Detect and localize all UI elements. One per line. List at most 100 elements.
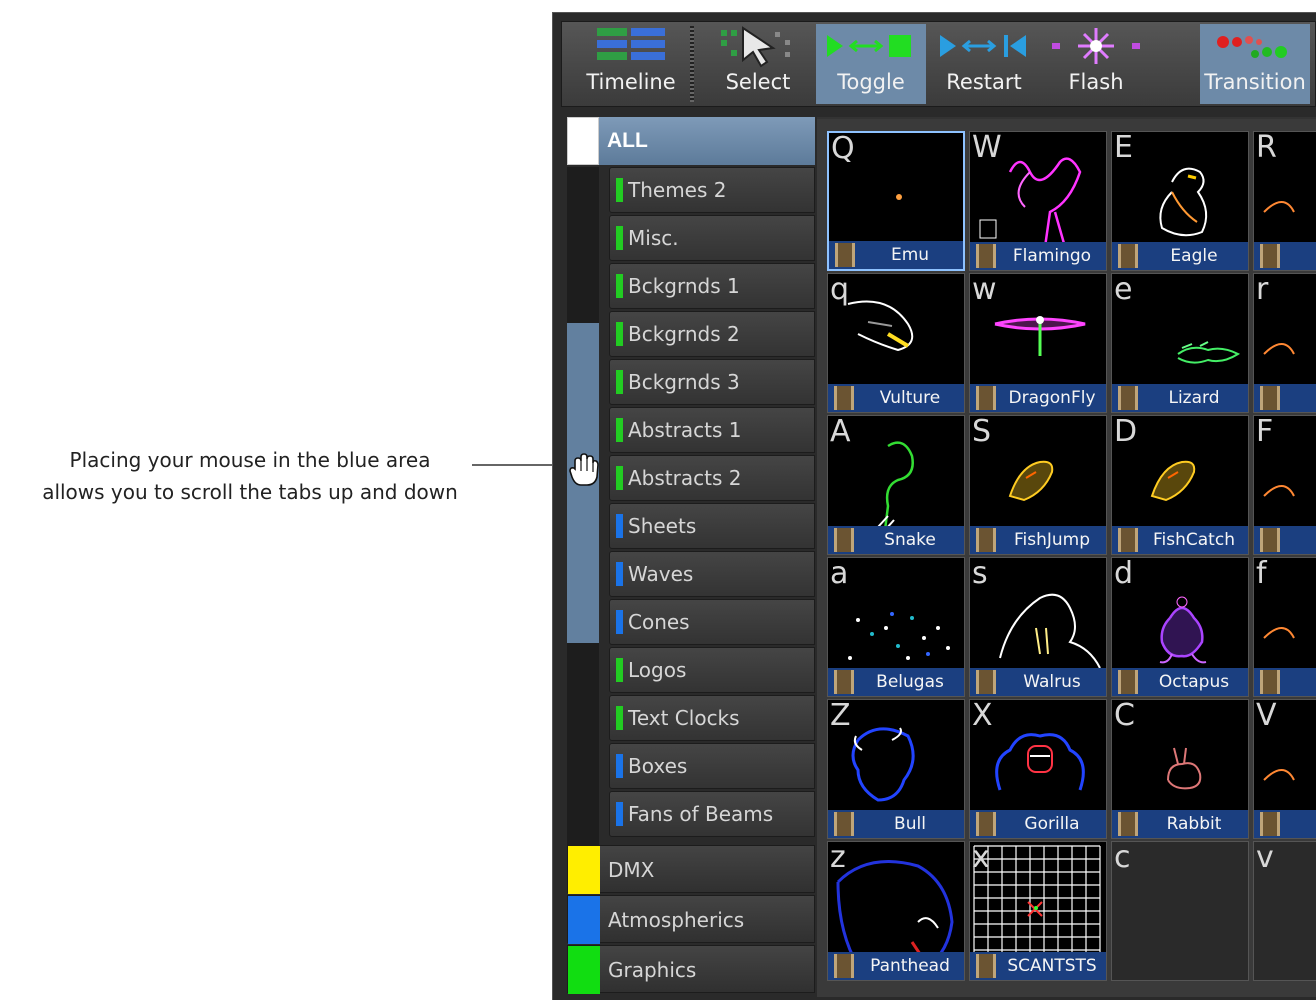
film-strip-icon	[835, 243, 855, 267]
cue-emu[interactable]: Q Emu	[827, 131, 965, 271]
select-button[interactable]: Select	[702, 24, 814, 104]
cue-name-bar: FishJump	[970, 526, 1106, 554]
cue-name-bar: Flamingo	[970, 242, 1106, 270]
cue-belugas[interactable]: a Belugas	[827, 557, 965, 697]
tab-themes-2[interactable]: Themes 2	[609, 167, 815, 213]
cue-octapus[interactable]: d Octapus	[1111, 557, 1249, 697]
cue-s[interactable]: fS	[1253, 557, 1316, 697]
cue-hotkey: q	[830, 273, 850, 307]
tab-cones[interactable]: Cones	[609, 599, 815, 645]
tab-fans-of-beams[interactable]: Fans of Beams	[609, 791, 815, 837]
cue-fishjump[interactable]: S FishJump	[969, 415, 1107, 555]
toggle-button[interactable]: Toggle	[816, 24, 926, 104]
cue-name: Vulture	[879, 388, 941, 408]
tab-color-marker	[616, 514, 623, 538]
tab-bckgrnds-2[interactable]: Bckgrnds 2	[609, 311, 815, 357]
cue-name: FishCatch	[1153, 530, 1235, 550]
cue-name-bar: C	[1254, 384, 1316, 412]
group-tab-label: Graphics	[608, 958, 697, 982]
tab-label: Themes 2	[628, 178, 727, 202]
film-strip-icon	[834, 528, 854, 552]
cue-name-bar: DragonFly	[970, 384, 1106, 412]
select-arrow-icon	[702, 24, 814, 68]
cue-name: C	[1284, 388, 1316, 408]
cue-hotkey: A	[830, 415, 851, 449]
film-strip-icon	[1260, 386, 1280, 410]
tab-color-marker	[616, 226, 623, 250]
tab-misc[interactable]: Misc.	[609, 215, 815, 261]
walrus-icon	[999, 593, 1101, 669]
cue-name-bar: S	[1254, 668, 1316, 696]
cue-vulture[interactable]: q Vulture	[827, 273, 965, 413]
tab-all[interactable]: ALL	[567, 117, 815, 165]
tab-label: Bckgrnds 2	[628, 322, 740, 346]
film-strip-icon	[834, 386, 854, 410]
cue-s[interactable]: FS	[1253, 415, 1316, 555]
film-strip-icon	[1260, 244, 1280, 268]
cue-rabbit[interactable]: C Rabbit	[1111, 699, 1249, 839]
transition-button[interactable]: Transition	[1200, 24, 1310, 104]
cue-flamingo[interactable]: W Flamingo	[969, 131, 1107, 271]
tab-abstracts-1[interactable]: Abstracts 1	[609, 407, 815, 453]
cue-gorilla[interactable]: X Gorilla	[969, 699, 1107, 839]
film-strip-icon	[976, 670, 996, 694]
cue-name: Bull	[894, 814, 926, 834]
cue-name-bar: Lizard	[1112, 384, 1248, 412]
tab-text-clocks[interactable]: Text Clocks	[609, 695, 815, 741]
tab-waves[interactable]: Waves	[609, 551, 815, 597]
cue-name: S	[1284, 672, 1316, 692]
cue-grid: QEmuW FlamingoEEagleRS q Vulture wDragonFlye…	[817, 117, 1316, 997]
cue-empty-slot[interactable]: c	[1111, 841, 1249, 981]
hand-cursor-icon	[569, 453, 599, 492]
cue-eagle[interactable]: E Eagle	[1111, 131, 1249, 271]
cue-name: Gorilla	[1024, 814, 1080, 834]
cue-hotkey: W	[972, 131, 1002, 165]
cue-name: SCANTSTS	[1007, 956, 1097, 976]
timeline-label: Timeline	[586, 70, 676, 94]
tab-boxes[interactable]: Boxes	[609, 743, 815, 789]
tab-sheets[interactable]: Sheets	[609, 503, 815, 549]
group-color-swatch	[568, 846, 600, 894]
cue-name-bar: K	[1254, 810, 1316, 838]
tab-color-marker	[616, 322, 623, 346]
cue-lizard[interactable]: e Lizard	[1111, 273, 1249, 413]
flash-button[interactable]: Flash	[1042, 24, 1150, 104]
toolbar: Timeline Select Toggle Restart Flash Tra…	[561, 21, 1316, 107]
cue-dragonfly[interactable]: w DragonFly	[969, 273, 1107, 413]
cue-hotkey: c	[1114, 841, 1131, 875]
timeline-icon	[576, 24, 686, 68]
cue-k[interactable]: VK	[1253, 699, 1316, 839]
cue-panthead[interactable]: z Panthead	[827, 841, 965, 981]
restart-icon	[930, 24, 1038, 68]
cue-scantsts[interactable]: x SCANTSTS	[969, 841, 1107, 981]
cue-hotkey: r	[1256, 273, 1269, 307]
cue-walrus[interactable]: s Walrus	[969, 557, 1107, 697]
cue-snake[interactable]: A Snake	[827, 415, 965, 555]
tab-abstracts-2[interactable]: Abstracts 2	[609, 455, 815, 501]
cue-bull[interactable]: Z Bull	[827, 699, 965, 839]
group-tab-dmx[interactable]: DMX	[567, 845, 815, 894]
tab-all-label: ALL	[607, 129, 648, 152]
cue-hotkey: C	[1114, 699, 1135, 733]
toolbar-separator	[690, 26, 694, 102]
select-label: Select	[725, 70, 791, 94]
film-strip-icon	[1118, 528, 1138, 552]
tab-logos[interactable]: Logos	[609, 647, 815, 693]
restart-button[interactable]: Restart	[930, 24, 1038, 104]
cue-name: Eagle	[1170, 246, 1218, 266]
cue-fishcatch[interactable]: D FishCatch	[1111, 415, 1249, 555]
cue-name: Lizard	[1168, 388, 1220, 408]
scroll-hint-callout: Placing your mouse in the blue area allo…	[0, 444, 500, 508]
group-tab-atmospherics[interactable]: Atmospherics	[567, 895, 815, 944]
group-tab-graphics[interactable]: Graphics	[567, 945, 815, 994]
cue-c[interactable]: rC	[1253, 273, 1316, 413]
tab-color-marker	[616, 706, 623, 730]
tab-bckgrnds-3[interactable]: Bckgrnds 3	[609, 359, 815, 405]
cue-empty-slot[interactable]: v	[1253, 841, 1316, 981]
timeline-button[interactable]: Timeline	[576, 24, 686, 104]
cue-name: K	[1284, 814, 1316, 834]
cue-hotkey: e	[1114, 273, 1133, 307]
cue-s[interactable]: RS	[1253, 131, 1316, 271]
cue-name: DragonFly	[1008, 388, 1096, 408]
tab-bckgrnds-1[interactable]: Bckgrnds 1	[609, 263, 815, 309]
